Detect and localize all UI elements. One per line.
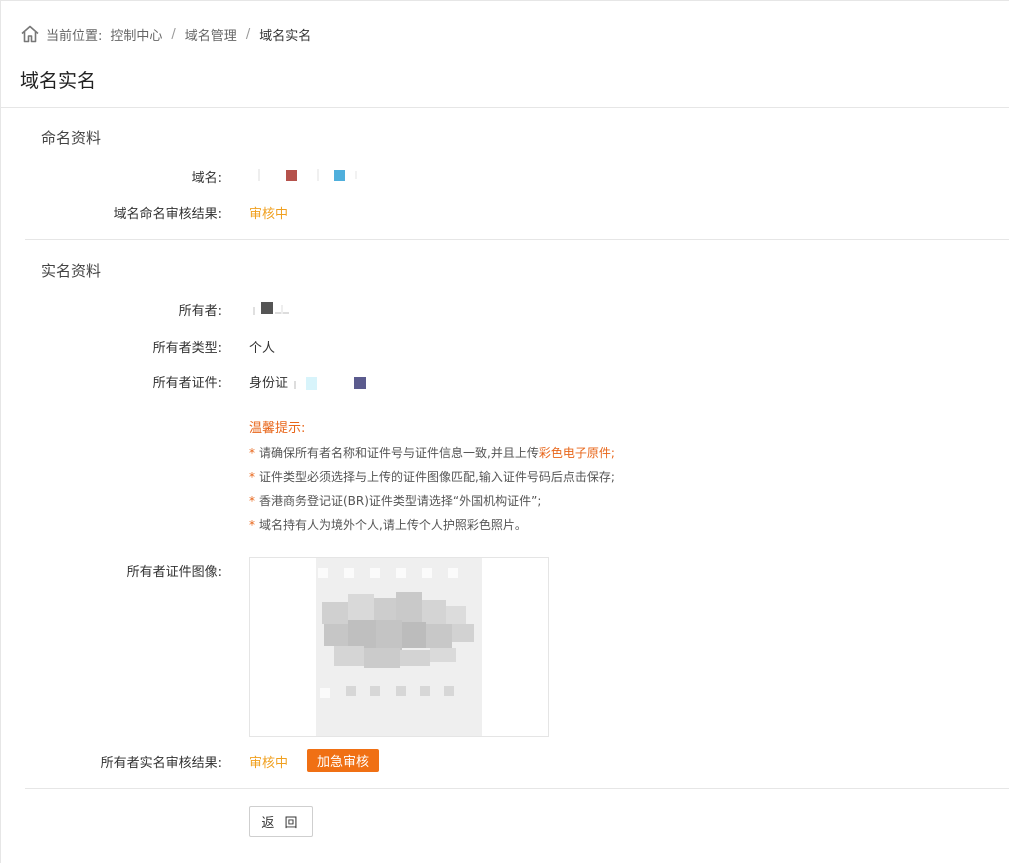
- tip-star: *: [249, 470, 255, 484]
- owner-cert-value: 身份证: [249, 372, 382, 393]
- naming-review-label: 域名命名审核结果:: [113, 207, 222, 222]
- tips-box: 温馨提示: * 请确保所有者名称和证件号与证件信息一致,并且上传彩色电子原件; *…: [249, 417, 615, 537]
- breadcrumb-separator: /: [245, 26, 251, 42]
- realname-review-status: 审核中: [249, 756, 289, 771]
- pixelated-cert-image: [316, 558, 482, 736]
- tip-line-4: * 域名持有人为境外个人,请上传个人护照彩色照片。: [249, 513, 615, 537]
- page-title: 域名实名: [20, 70, 97, 92]
- tip-text: 请确保所有者名称和证件号与证件信息一致,并且上传: [259, 446, 539, 460]
- breadcrumb-item-domain-management[interactable]: 域名管理: [185, 25, 237, 44]
- tips-title: 温馨提示:: [249, 421, 306, 436]
- breadcrumb: 当前位置: 控制中心 / 域名管理 / 域名实名: [20, 24, 311, 44]
- redacted-domain-image: [258, 169, 357, 181]
- redacted-owner-image: [253, 302, 289, 315]
- tip-text: 证件类型必须选择与上传的证件图像匹配,输入证件号码后点击保存;: [259, 470, 615, 484]
- tip-text: 香港商务登记证(BR)证件类型请选择“外国机构证件”;: [259, 494, 542, 508]
- owner-cert-type: 身份证: [249, 376, 289, 391]
- cert-image[interactable]: [249, 557, 549, 737]
- owner-type-label: 所有者类型:: [152, 341, 222, 356]
- breadcrumb-prefix: 当前位置:: [46, 28, 103, 44]
- section-divider: [25, 239, 1009, 240]
- urgent-review-button[interactable]: 加急审核: [307, 749, 379, 772]
- top-border: [0, 0, 1009, 1]
- tip-highlight: 彩色电子原件;: [538, 446, 615, 460]
- tip-line-2: * 证件类型必须选择与上传的证件图像匹配,输入证件号码后点击保存;: [249, 465, 615, 489]
- breadcrumb-item-current: 域名实名: [259, 28, 312, 44]
- cert-image-label: 所有者证件图像:: [126, 565, 222, 580]
- breadcrumb-separator: /: [171, 26, 176, 42]
- realname-review-label: 所有者实名审核结果:: [100, 756, 222, 771]
- tip-star: *: [249, 446, 255, 460]
- tip-star: *: [249, 518, 255, 532]
- naming-review-status: 审核中: [249, 207, 289, 222]
- page: 当前位置: 控制中心 / 域名管理 / 域名实名 域名实名 命名资料 域名: 域…: [0, 0, 1009, 863]
- title-divider: [0, 107, 1009, 108]
- tip-line-3: * 香港商务登记证(BR)证件类型请选择“外国机构证件”;: [249, 489, 615, 513]
- tip-text: 域名持有人为境外个人,请上传个人护照彩色照片。: [259, 518, 527, 532]
- domain-label: 域名:: [191, 171, 222, 186]
- breadcrumb-item-control-center[interactable]: 控制中心: [110, 25, 162, 44]
- home-icon: [21, 25, 39, 43]
- redacted-cert-number-image: [294, 376, 367, 390]
- naming-section-title: 命名资料: [41, 129, 102, 147]
- owner-cert-label: 所有者证件:: [152, 376, 222, 391]
- domain-value-redacted: [249, 166, 369, 184]
- section-divider: [25, 788, 1009, 789]
- realname-section-title: 实名资料: [41, 262, 102, 280]
- left-border: [0, 0, 1, 863]
- owner-type-value: 个人: [249, 341, 276, 356]
- tip-line-1: * 请确保所有者名称和证件号与证件信息一致,并且上传彩色电子原件;: [249, 441, 615, 465]
- owner-value-redacted: [249, 299, 299, 317]
- back-button[interactable]: 返 回: [249, 806, 313, 837]
- tip-star: *: [249, 494, 255, 508]
- owner-label: 所有者:: [178, 304, 222, 319]
